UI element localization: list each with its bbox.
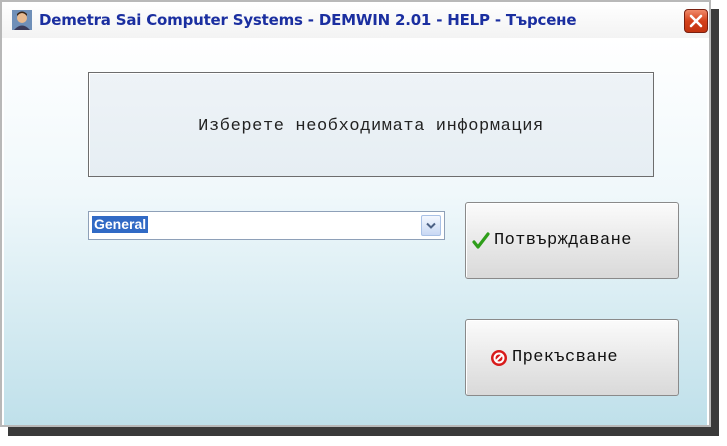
info-prompt: Изберете необходимата информация (198, 117, 544, 136)
chevron-down-icon (426, 222, 436, 229)
cancel-button-label: Прекъсване (512, 348, 619, 367)
dialog-body: Изберете необходимата информация General… (4, 38, 707, 425)
title-bar[interactable]: Demetra Sai Computer Systems - DEMWIN 2.… (2, 2, 709, 38)
confirm-button[interactable]: Потвърждаване (465, 202, 679, 279)
dropdown-arrow-button[interactable] (421, 215, 441, 236)
info-panel: Изберете необходимата информация (88, 72, 654, 177)
cancel-button[interactable]: Прекъсване (465, 319, 679, 396)
user-avatar-icon (12, 10, 32, 30)
topic-dropdown[interactable]: General (88, 211, 445, 240)
topic-dropdown-value: General (92, 216, 149, 233)
dialog-window: Demetra Sai Computer Systems - DEMWIN 2.… (0, 0, 711, 427)
close-button[interactable] (684, 9, 708, 33)
window-title: Demetra Sai Computer Systems - DEMWIN 2.… (39, 11, 577, 29)
stop-icon (490, 349, 508, 367)
checkmark-icon (472, 231, 490, 250)
confirm-button-label: Потвърждаване (494, 231, 632, 250)
close-icon (689, 14, 703, 28)
